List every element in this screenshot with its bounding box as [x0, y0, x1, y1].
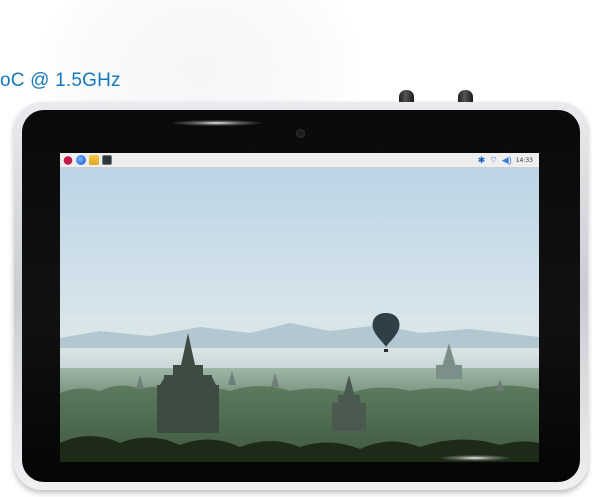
web-browser-icon[interactable] — [76, 155, 86, 165]
raspberry-menu-icon[interactable] — [63, 155, 73, 165]
wifi-icon[interactable]: ⌔ — [489, 155, 497, 165]
screen-bezel: ✱ ⌔ ◀) 14:33 — [22, 110, 580, 482]
spec-headline: oC @ 1.5GHz — [0, 70, 121, 91]
taskbar-clock[interactable]: 14:33 — [516, 157, 533, 164]
desktop-taskbar: ✱ ⌔ ◀) 14:33 — [60, 153, 539, 168]
status-tray: ✱ ⌔ ◀) 14:33 — [474, 155, 539, 165]
display-screen: ✱ ⌔ ◀) 14:33 — [60, 153, 539, 462]
terminal-icon[interactable] — [102, 155, 112, 165]
light-flare-bottom — [440, 455, 510, 461]
file-manager-icon[interactable] — [89, 155, 99, 165]
front-camera — [296, 129, 305, 138]
desktop-wallpaper — [60, 153, 539, 462]
bluetooth-icon[interactable]: ✱ — [478, 155, 486, 165]
light-flare-top — [172, 120, 262, 126]
tablet-device: ✱ ⌔ ◀) 14:33 — [14, 102, 588, 490]
volume-icon[interactable]: ◀) — [502, 155, 512, 165]
product-photo: oC @ 1.5GHz ✱ ⌔ ◀) 14:33 — [0, 0, 592, 497]
